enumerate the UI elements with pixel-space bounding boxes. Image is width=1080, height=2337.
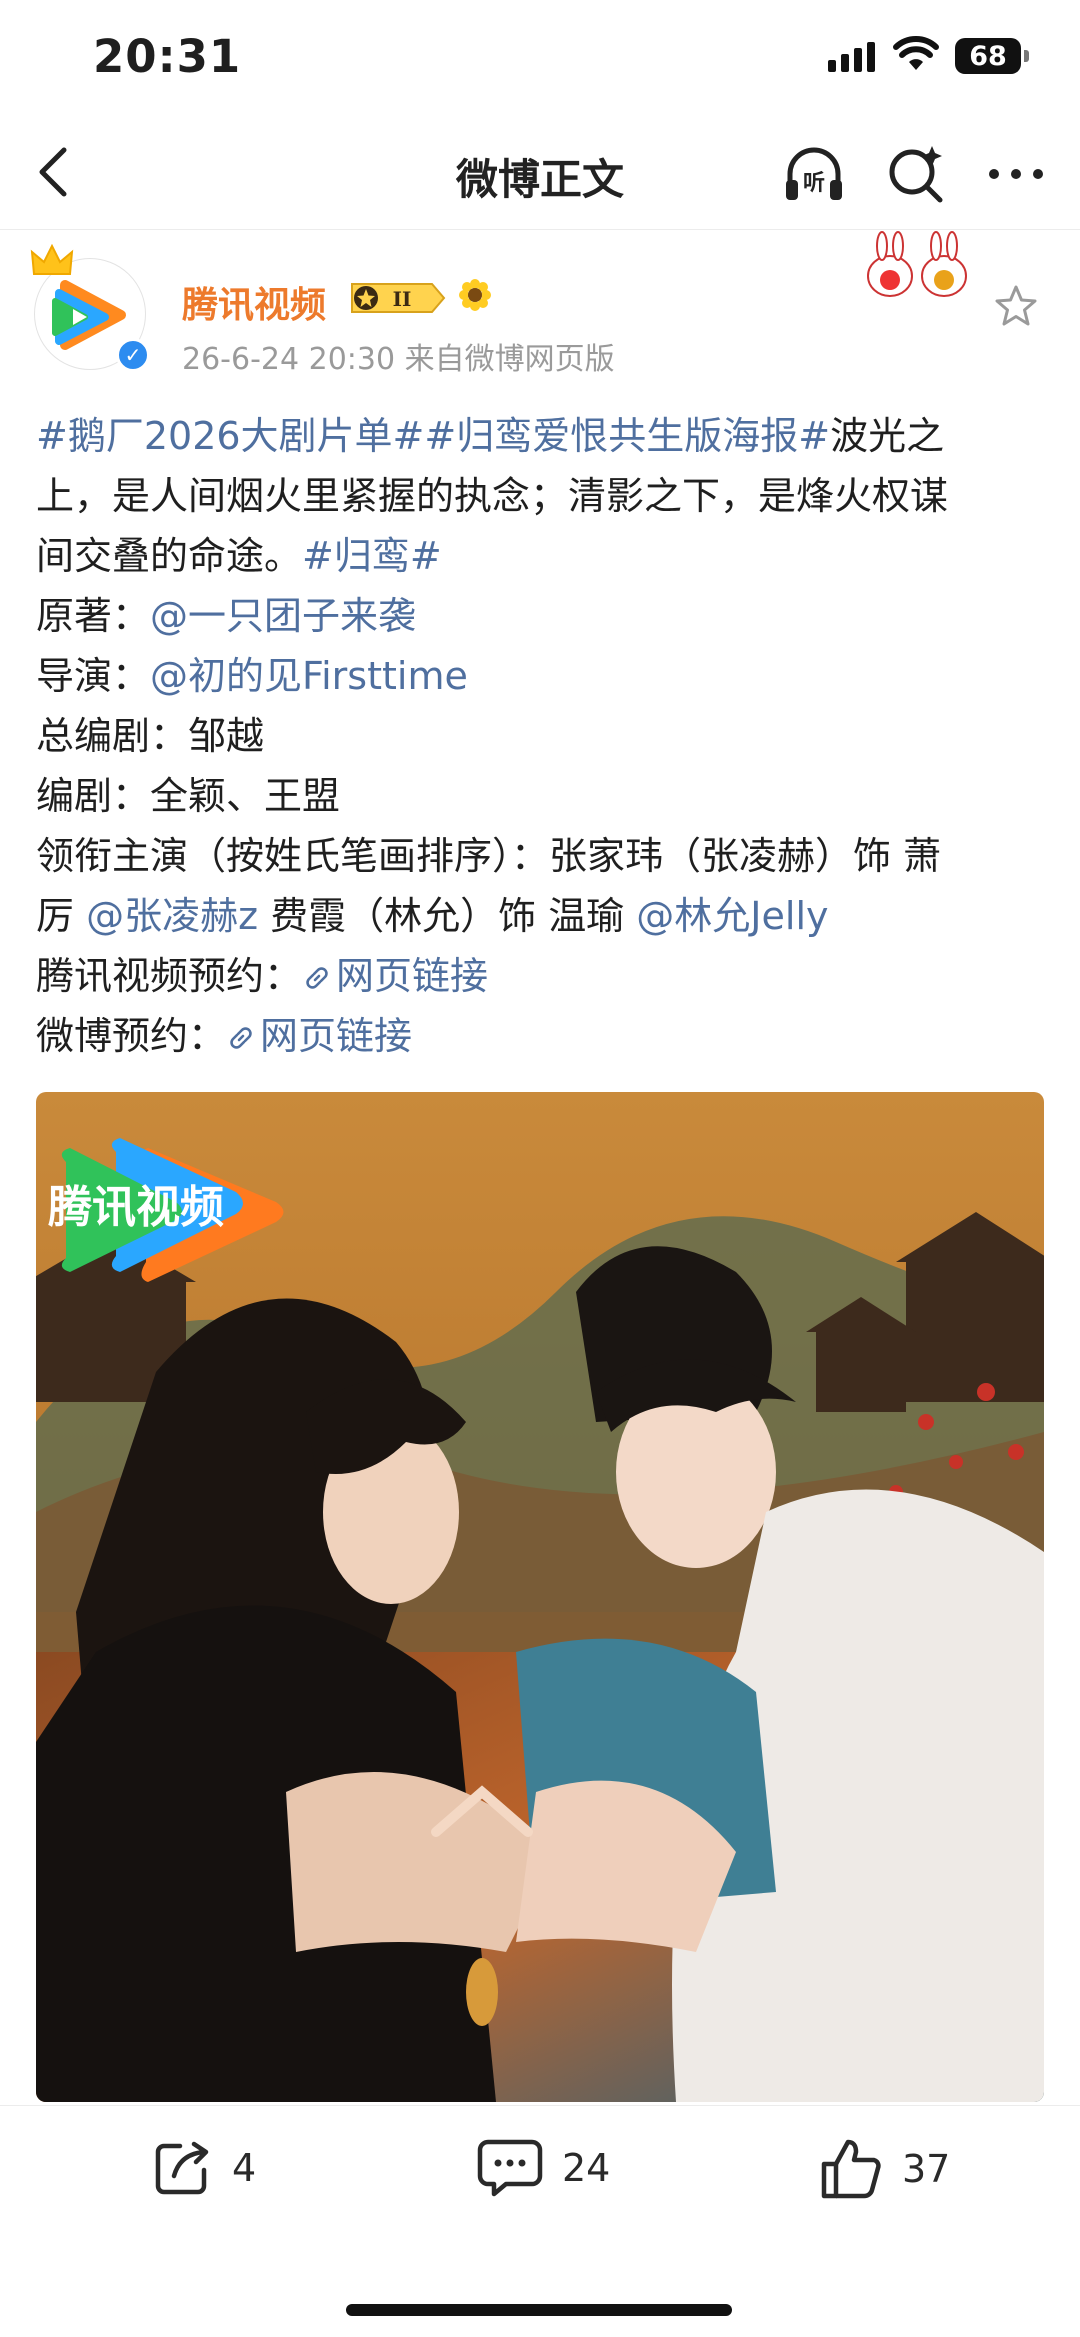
body-text: 厉 <box>36 894 87 938</box>
body-line: 领衔主演（按姓氏笔画排序）：张家玮（张凌赫）饰 萧 <box>36 834 942 878</box>
home-indicator[interactable] <box>346 2304 732 2316</box>
avatar[interactable]: ✓ <box>30 244 150 372</box>
mention-link[interactable]: @张凌赫z <box>86 894 258 938</box>
status-bar: 20:31 68 <box>0 0 1080 118</box>
hashtag-link[interactable]: #归鸾爱恨共生版海报# <box>424 414 830 458</box>
listen-button[interactable]: 听 <box>780 140 848 208</box>
nav-bar: 微博正文 听 <box>0 118 1080 230</box>
poster-image[interactable]: 腾讯视频 <box>36 1092 1044 2102</box>
body-text: 导演： <box>36 654 151 698</box>
forward-count: 4 <box>232 2146 257 2190</box>
thumbs-up-icon <box>821 2139 881 2199</box>
body-text: 原著： <box>36 594 151 638</box>
body-text: 费霞（林允）饰 温瑜 <box>258 894 637 938</box>
post-body: #鹅厂2026大剧片单##归鸾爱恨共生版海报#波光之 上，是人间烟火里紧握的执念… <box>36 406 1046 1066</box>
signal-icon <box>828 42 875 72</box>
web-link-label: 网页链接 <box>260 1014 413 1058</box>
vip-level: II <box>393 287 412 311</box>
sunflower-icon <box>459 279 491 311</box>
web-link-label: 网页链接 <box>336 954 489 998</box>
body-text: 波光之 <box>830 414 945 458</box>
mention-link[interactable]: @一只团子来袭 <box>150 594 416 638</box>
web-link[interactable]: 网页链接 <box>302 954 488 998</box>
hashtag-link[interactable]: #鹅厂2026大剧片单# <box>36 414 424 458</box>
search-button[interactable] <box>882 140 950 208</box>
listen-label: 听 <box>803 171 825 196</box>
crown-icon <box>30 244 74 275</box>
like-count: 37 <box>902 2147 951 2191</box>
body-text: 间交叠的命途。 <box>36 534 303 578</box>
link-icon <box>230 1027 252 1049</box>
mention-link[interactable]: @初的见Firsttime <box>150 654 468 698</box>
forward-button[interactable]: 4 <box>150 2136 256 2200</box>
body-line: 上，是人间烟火里紧握的执念；清影之下，是烽火权谋 <box>36 474 949 518</box>
favorite-star-icon[interactable] <box>992 282 1040 330</box>
body-text: 腾讯视频预约： <box>36 954 303 998</box>
verified-badge-icon: ✓ <box>116 338 150 372</box>
bunny-decoration-icon <box>867 231 967 297</box>
body-line: 编剧：全颖、王盟 <box>36 774 341 818</box>
post-meta: 26-6-24 20:30 来自微博网页版 <box>182 342 615 377</box>
body-line: #鹅厂2026大剧片单##归鸾爱恨共生版海报#波光之 <box>36 406 1046 466</box>
battery-indicator: 68 <box>955 38 1029 74</box>
share-icon <box>155 2141 209 2195</box>
mention-link[interactable]: @林允Jelly <box>636 894 828 938</box>
poster-logo-text: 腾讯视频 <box>48 1182 224 1233</box>
body-line: 总编剧：邹越 <box>36 714 265 758</box>
search-icon <box>889 146 943 203</box>
body-line: 导演：@初的见Firsttime <box>36 646 1046 706</box>
battery-level: 68 <box>969 40 1007 72</box>
comment-icon <box>477 2139 543 2197</box>
wifi-icon <box>893 36 939 70</box>
comment-count: 24 <box>562 2146 611 2190</box>
body-line: 微博预约： 网页链接 <box>36 1006 1046 1066</box>
hashtag-link[interactable]: #归鸾# <box>302 534 442 578</box>
status-time: 20:31 <box>93 30 242 83</box>
more-button[interactable] <box>982 140 1050 208</box>
comment-button[interactable]: 24 <box>476 2136 610 2200</box>
more-icon <box>989 169 1043 179</box>
headphones-icon: 听 <box>786 147 842 200</box>
username[interactable]: 腾讯视频 <box>182 276 326 328</box>
vip-badge-icon: II <box>351 283 446 313</box>
poster-illustration: 腾讯视频 <box>36 1092 1044 2102</box>
body-line: 腾讯视频预约： 网页链接 <box>36 946 1046 1006</box>
body-line: 原著：@一只团子来袭 <box>36 586 1046 646</box>
action-bar: 4 24 37 <box>0 2105 1080 2337</box>
web-link[interactable]: 网页链接 <box>226 1014 412 1058</box>
body-line: 间交叠的命途。#归鸾# <box>36 526 1046 586</box>
link-icon <box>306 967 328 989</box>
like-button[interactable]: 37 <box>818 2136 950 2202</box>
body-line: 厉 @张凌赫z 费霞（林允）饰 温瑜 @林允Jelly <box>36 886 1046 946</box>
body-text: 微博预约： <box>36 1014 227 1058</box>
